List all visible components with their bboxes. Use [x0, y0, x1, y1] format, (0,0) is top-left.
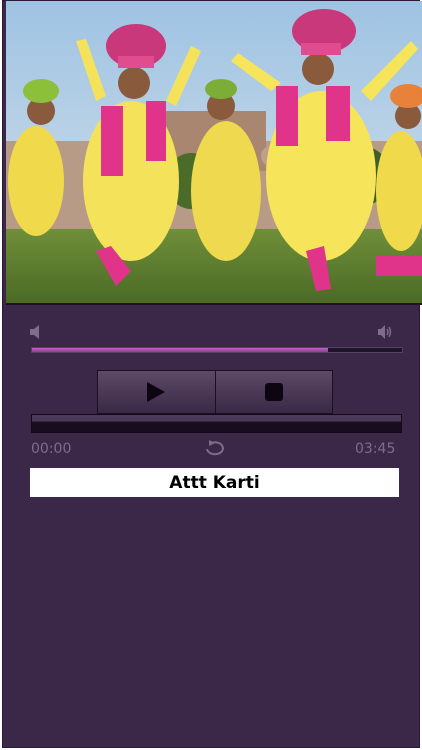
volume-level-fill	[32, 348, 328, 352]
player-screen: 00:00 03:45 Attt Karti	[2, 0, 422, 748]
stop-button[interactable]	[215, 371, 332, 413]
stop-icon	[264, 383, 283, 401]
album-artwork	[6, 1, 422, 305]
play-icon	[147, 382, 166, 402]
total-time: 03:45	[355, 441, 396, 457]
seek-bar[interactable]	[31, 414, 402, 433]
volume-slider[interactable]	[31, 347, 403, 353]
track-title: Attt Karti	[30, 468, 399, 497]
elapsed-time: 00:00	[31, 441, 72, 457]
speaker-high-icon	[378, 325, 392, 339]
play-button[interactable]	[98, 371, 216, 413]
speaker-low-icon	[30, 325, 39, 339]
playback-controls	[97, 370, 333, 414]
repeat-icon[interactable]	[203, 440, 227, 458]
